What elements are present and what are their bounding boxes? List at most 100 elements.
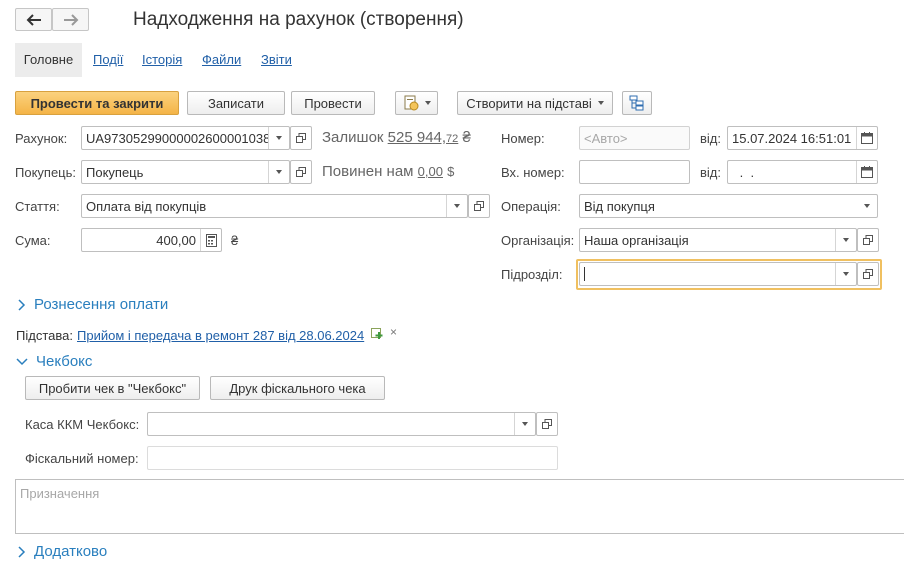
operation-label: Операція: [501,199,561,214]
dept-label: Підрозділ: [501,267,563,282]
page-title: Надходження на рахунок (створення) [133,9,464,30]
owes-currency: $ [447,164,455,179]
balance-value: 525 944, [387,129,447,146]
fiscal-field[interactable] [147,446,558,470]
chevron-down-icon [276,136,282,140]
number-label: Номер: [501,131,545,146]
print-fiscal-button[interactable]: Друк фіскального чека [210,376,385,400]
chevron-down-icon [863,204,870,208]
buyer-field[interactable]: Покупець [81,160,290,184]
sum-field[interactable]: 400,00 [81,228,222,252]
buyer-value: Покупець [86,164,144,180]
kassa-open-button[interactable] [536,412,558,436]
dept-open-button[interactable] [857,262,879,286]
sum-currency: ₴ [231,233,239,248]
article-open-button[interactable] [468,194,490,218]
post-button[interactable]: Провести [291,91,375,115]
operation-field[interactable]: Від покупця [579,194,878,218]
structure-button[interactable] [622,91,652,115]
calendar-icon [861,132,873,144]
date-from-label: від: [700,131,721,146]
operation-dropdown[interactable] [856,195,877,217]
balance-kop: 72 [446,133,459,145]
additional-label: Додатково [34,543,108,560]
hierarchy-icon [629,95,644,111]
create-based-on-button[interactable]: Створити на підставі [457,91,613,115]
dept-field[interactable] [579,262,857,286]
org-field[interactable]: Наша організація [579,228,857,252]
owes-label-text: Повинен нам [322,163,414,180]
checkbox-section-toggle[interactable]: Чекбокс [16,353,92,370]
buyer-open-button[interactable] [290,160,312,184]
buyer-dropdown[interactable] [268,161,289,183]
chevron-down-icon [276,170,282,174]
purpose-textarea[interactable]: Призначення [15,479,904,534]
org-open-button[interactable] [857,228,879,252]
open-window-icon [542,419,552,429]
kassa-field[interactable] [147,412,536,436]
open-window-icon [474,201,484,211]
chevron-down-icon [424,101,431,105]
sum-label: Сума: [15,233,51,248]
open-window-icon [296,133,306,143]
tab-main[interactable]: Головне [15,43,82,77]
basis-label: Підстава: [16,328,73,343]
article-field[interactable]: Оплата від покупців [81,194,468,218]
in-number-field[interactable] [579,160,690,184]
buyer-label: Покупець: [15,165,77,180]
article-dropdown[interactable] [446,195,467,217]
tab-history[interactable]: Історія [142,43,182,77]
fiscal-label: Фіскальний номер: [25,451,139,466]
owes-label: Повинен нам 0,00 $ [322,163,454,180]
chevron-down-icon [16,357,28,365]
open-window-icon [863,269,873,279]
open-window-icon [296,167,306,177]
basis-remove-icon[interactable]: × [390,325,397,339]
org-label: Організація: [501,233,575,248]
open-window-icon [863,235,873,245]
payment-split-toggle[interactable]: Рознесення оплати [18,296,168,313]
calendar-button[interactable] [856,127,877,149]
org-dropdown[interactable] [835,229,856,251]
chevron-down-icon [522,422,528,426]
chevron-right-icon [18,545,26,558]
post-and-close-button[interactable]: Провести та закрити [15,91,179,115]
account-dropdown[interactable] [268,127,289,149]
back-button[interactable] [15,8,52,31]
in-date-field[interactable]: . . [727,160,878,184]
in-date-value: . . [736,164,755,180]
account-value: UA973052990000026000010383 [86,130,268,146]
balance-currency: ₴ [462,129,471,146]
article-value: Оплата від покупців [86,198,207,214]
print-menu-button[interactable] [395,91,438,115]
chevron-down-icon [454,204,460,208]
purpose-placeholder: Призначення [20,486,100,501]
tab-reports[interactable]: Звіти [261,43,292,77]
number-placeholder: <Авто> [584,130,628,146]
print-check-button[interactable]: Пробити чек в "Чекбокс" [25,376,200,400]
number-field[interactable]: <Авто> [579,126,690,150]
additional-toggle[interactable]: Додатково [18,543,107,560]
dept-dropdown[interactable] [835,263,856,285]
balance-label-text: Залишок [322,129,384,146]
write-button[interactable]: Записати [187,91,285,115]
basis-link[interactable]: Прийом і передача в ремонт 287 від 28.06… [77,328,364,343]
date-value: 15.07.2024 16:51:01 [732,130,852,146]
forward-button[interactable] [52,8,89,31]
calendar-icon [861,166,873,178]
date-field[interactable]: 15.07.2024 16:51:01 [727,126,878,150]
calculator-button[interactable] [200,229,221,251]
dept-value [584,267,585,281]
tab-files[interactable]: Файли [202,43,241,77]
kassa-dropdown[interactable] [514,413,535,435]
account-label: Рахунок: [15,131,68,146]
basis-add-icon[interactable] [371,328,384,340]
print-document-icon [404,95,418,111]
article-label: Стаття: [15,199,60,214]
calendar-button[interactable] [856,161,877,183]
account-field[interactable]: UA973052990000026000010383 [81,126,290,150]
chevron-right-icon [18,298,26,311]
checkbox-section-title: Чекбокс [36,353,93,370]
account-open-button[interactable] [290,126,312,150]
tab-events[interactable]: Події [93,43,123,77]
